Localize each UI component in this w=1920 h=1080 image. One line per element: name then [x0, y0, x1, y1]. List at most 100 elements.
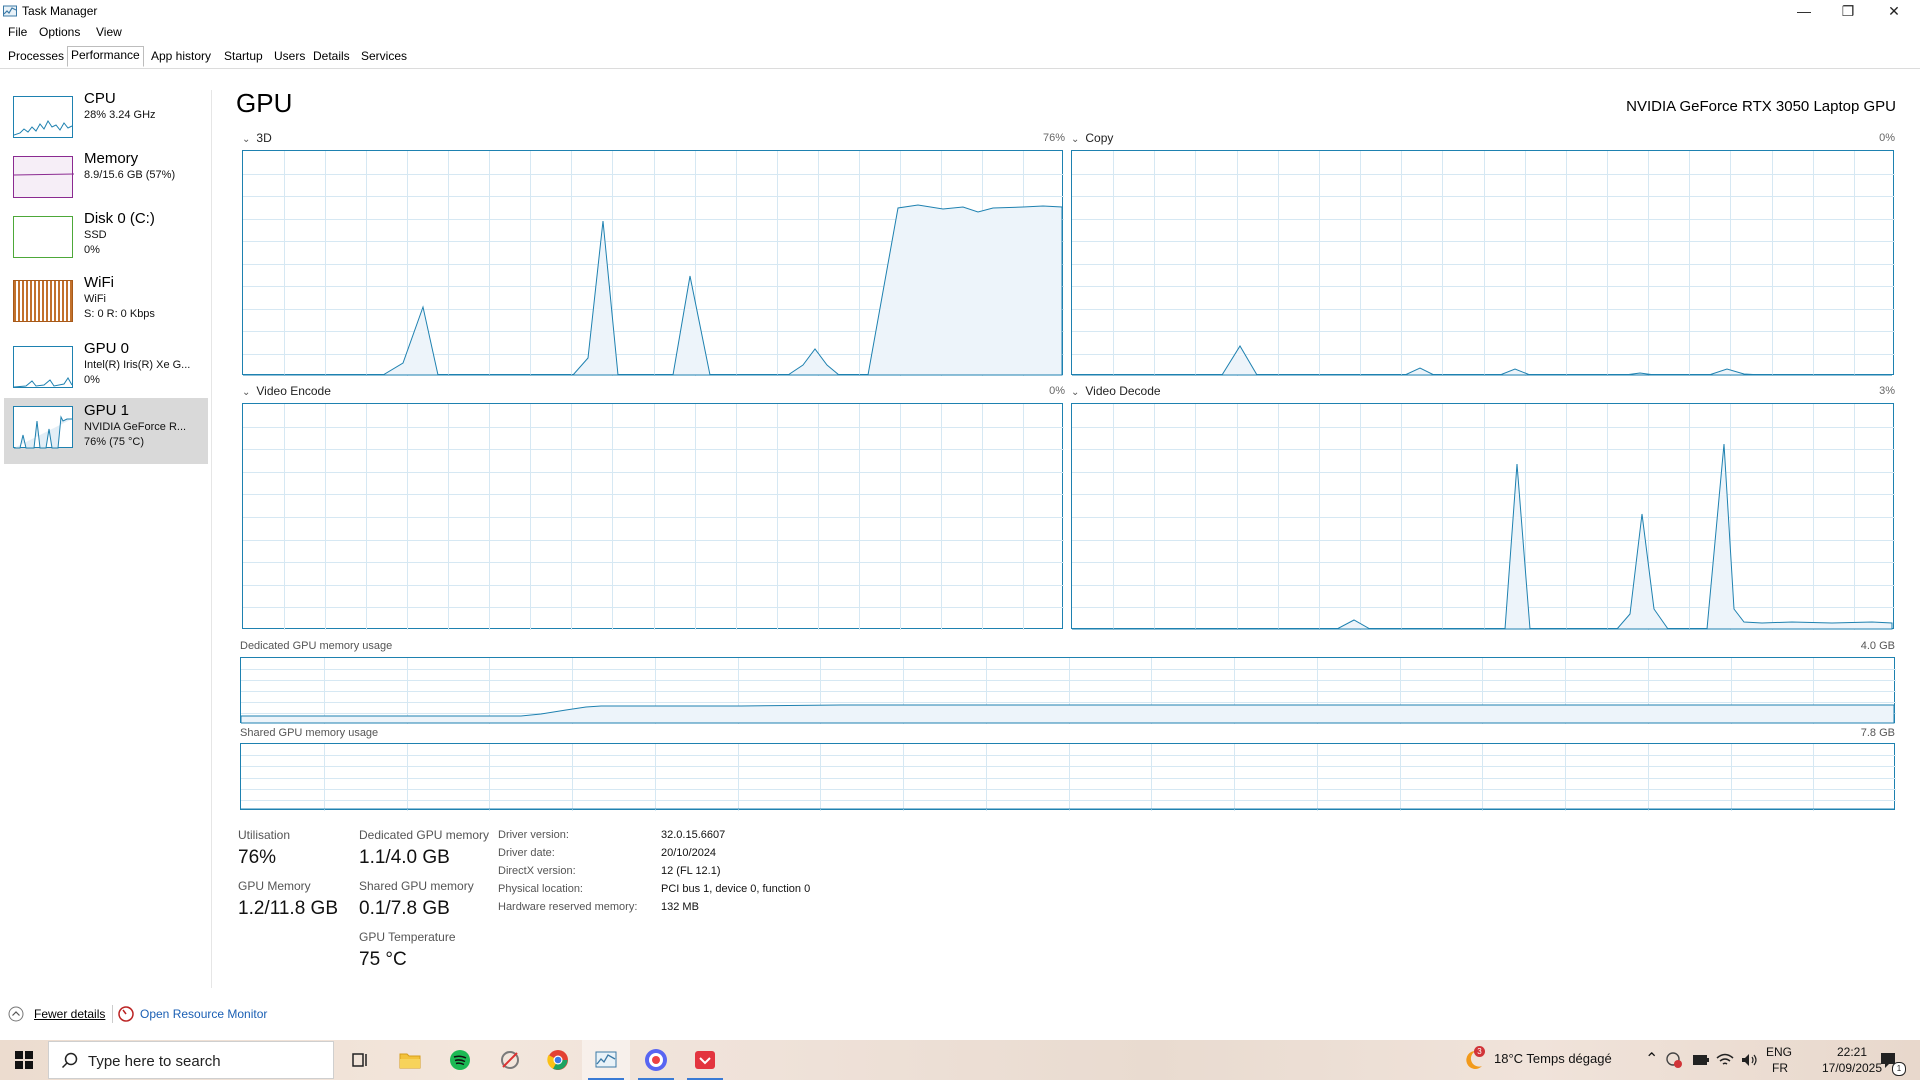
keyboard-layout[interactable]: FR: [1772, 1061, 1788, 1075]
window-title: Task Manager: [22, 4, 98, 18]
gpu-model-name: NVIDIA GeForce RTX 3050 Laptop GPU: [1626, 98, 1896, 115]
tab-app-history[interactable]: App history: [148, 48, 214, 65]
restore-button[interactable]: ❐: [1826, 0, 1870, 22]
battery-icon[interactable]: [1692, 1053, 1710, 1067]
tab-services[interactable]: Services: [358, 48, 410, 65]
menu-view[interactable]: View: [96, 25, 122, 39]
windows-start-icon[interactable]: [0, 1040, 48, 1080]
sidebar-item-detail: 28% 3.24 GHz: [84, 109, 156, 121]
close-button[interactable]: ✕: [1872, 0, 1916, 22]
sidebar-item-name: CPU: [84, 90, 116, 107]
volume-icon[interactable]: [1740, 1052, 1758, 1068]
engine-3d-selector[interactable]: ⌄ 3D: [242, 131, 272, 145]
shared-memory-label: Shared GPU memory: [359, 879, 474, 893]
spotify-icon[interactable]: [436, 1040, 484, 1080]
sidebar-item-memory[interactable]: Memory 8.9/15.6 GB (57%): [4, 150, 208, 214]
tab-users[interactable]: Users: [271, 48, 308, 65]
graph-3d-area: [243, 204, 1063, 376]
engine-label: Copy: [1085, 131, 1114, 145]
shared-memory-graph-max: 7.8 GB: [1860, 727, 1895, 739]
weather-alert-badge: 3: [1474, 1046, 1485, 1057]
engine-video-encode-selector[interactable]: ⌄ Video Encode: [242, 384, 331, 398]
sidebar-item-value: S: 0 R: 0 Kbps: [84, 308, 155, 320]
engine-video-decode-selector[interactable]: ⌄ Video Decode: [1071, 384, 1161, 398]
collapse-up-icon[interactable]: [8, 1006, 24, 1022]
chevron-down-icon: ⌄: [1071, 134, 1080, 145]
footer-divider: [112, 1005, 113, 1023]
notification-count-badge: 1: [1892, 1062, 1906, 1076]
gpu1-mini-graph: [13, 406, 73, 449]
menu-options[interactable]: Options: [39, 25, 80, 39]
sidebar-item-gpu0[interactable]: GPU 0 Intel(R) Iris(R) Xe G... 0%: [4, 340, 208, 404]
sidebar-item-detail: 8.9/15.6 GB (57%): [84, 169, 176, 181]
graph-shared-memory: [240, 743, 1896, 811]
engine-value: 3%: [1879, 385, 1895, 397]
task-view-icon[interactable]: [336, 1040, 384, 1080]
wifi-mini-graph: [13, 280, 73, 322]
show-hidden-icons-chevron-up-icon[interactable]: ⌃: [1645, 1049, 1658, 1069]
sidebar-item-name: Disk 0 (C:): [84, 210, 155, 227]
file-explorer-icon[interactable]: [386, 1040, 434, 1080]
gpu0-mini-graph: [13, 346, 73, 388]
tab-startup[interactable]: Startup: [221, 48, 266, 65]
graph-copy: [1071, 150, 1895, 376]
sidebar-item-gpu1[interactable]: GPU 1 NVIDIA GeForce R... 76% (75 °C): [4, 398, 208, 464]
graph-3d: [242, 150, 1064, 376]
security-warning-icon[interactable]: [1666, 1052, 1682, 1068]
sidebar-item-name: GPU 1: [84, 402, 130, 419]
pocket-app-icon[interactable]: [681, 1040, 729, 1080]
wifi-icon[interactable]: [1716, 1052, 1734, 1068]
graph-grid: [1072, 404, 1895, 630]
shared-memory-graph-label: Shared GPU memory usage: [240, 727, 379, 739]
graph-video-encode: [242, 403, 1064, 630]
chevron-down-icon: ⌄: [242, 387, 251, 398]
directx-version-key: DirectX version:: [498, 865, 576, 877]
chrome-icon[interactable]: [534, 1040, 582, 1080]
memory-mini-graph: [13, 156, 74, 198]
graph-grid: [1072, 151, 1895, 376]
sidebar-item-value: 0%: [84, 374, 100, 386]
discord-icon[interactable]: [632, 1040, 680, 1080]
driver-version-key: Driver version:: [498, 829, 569, 841]
sidebar-item-name: WiFi: [84, 274, 114, 291]
driver-date-key: Driver date:: [498, 847, 555, 859]
clock-time[interactable]: 22:21: [1818, 1045, 1886, 1059]
snipping-tool-icon[interactable]: [486, 1040, 534, 1080]
taskbar-search-box[interactable]: Type here to search: [48, 1041, 334, 1079]
weather-text[interactable]: 18°C Temps dégagé: [1494, 1051, 1612, 1066]
open-resource-monitor-link[interactable]: Open Resource Monitor: [140, 1007, 267, 1021]
driver-date-value: 20/10/2024: [661, 847, 717, 859]
sidebar-item-name: Memory: [84, 150, 139, 167]
minimize-button[interactable]: —: [1782, 0, 1826, 22]
tab-processes[interactable]: Processes: [5, 48, 67, 65]
page-title: GPU: [236, 88, 293, 118]
search-icon: [61, 1052, 79, 1070]
sidebar-item-cpu[interactable]: CPU 28% 3.24 GHz: [4, 90, 208, 154]
sidebar-item-detail: NVIDIA GeForce R...: [84, 421, 187, 433]
engine-label: 3D: [256, 131, 272, 145]
sidebar-item-wifi[interactable]: WiFi WiFi S: 0 R: 0 Kbps: [4, 274, 208, 338]
tab-performance[interactable]: Performance: [67, 46, 144, 67]
gpu-temperature-value: 75 °C: [359, 949, 407, 970]
reserved-memory-value: 132 MB: [661, 901, 699, 913]
tab-bar: Processes Performance App history Startu…: [0, 46, 1920, 69]
language-indicator[interactable]: ENG: [1766, 1045, 1792, 1059]
sidebar-item-detail: Intel(R) Iris(R) Xe G...: [84, 359, 191, 371]
menu-file[interactable]: File: [8, 25, 27, 39]
task-manager-taskbar-icon[interactable]: [582, 1040, 630, 1080]
taskbar: Type here to search 3 18°C Temps dégagé …: [0, 1040, 1920, 1080]
sidebar-item-detail: SSD: [84, 229, 107, 241]
disk-mini-graph: [13, 216, 73, 258]
engine-copy-selector[interactable]: ⌄ Copy: [1071, 131, 1113, 145]
dedicated-memory-label: Dedicated GPU memory: [359, 828, 490, 842]
chevron-down-icon: ⌄: [242, 134, 251, 145]
sidebar-item-detail: WiFi: [84, 293, 106, 305]
utilisation-value: 76%: [238, 847, 277, 868]
gpu-memory-label: GPU Memory: [238, 879, 311, 893]
engine-value: 76%: [1042, 132, 1065, 144]
fewer-details-link[interactable]: Fewer details: [34, 1007, 105, 1021]
engine-label: Video Encode: [256, 384, 331, 398]
sidebar-item-value: 0%: [84, 244, 100, 256]
tab-details[interactable]: Details: [310, 48, 353, 65]
sidebar-item-disk[interactable]: Disk 0 (C:) SSD 0%: [4, 210, 208, 274]
